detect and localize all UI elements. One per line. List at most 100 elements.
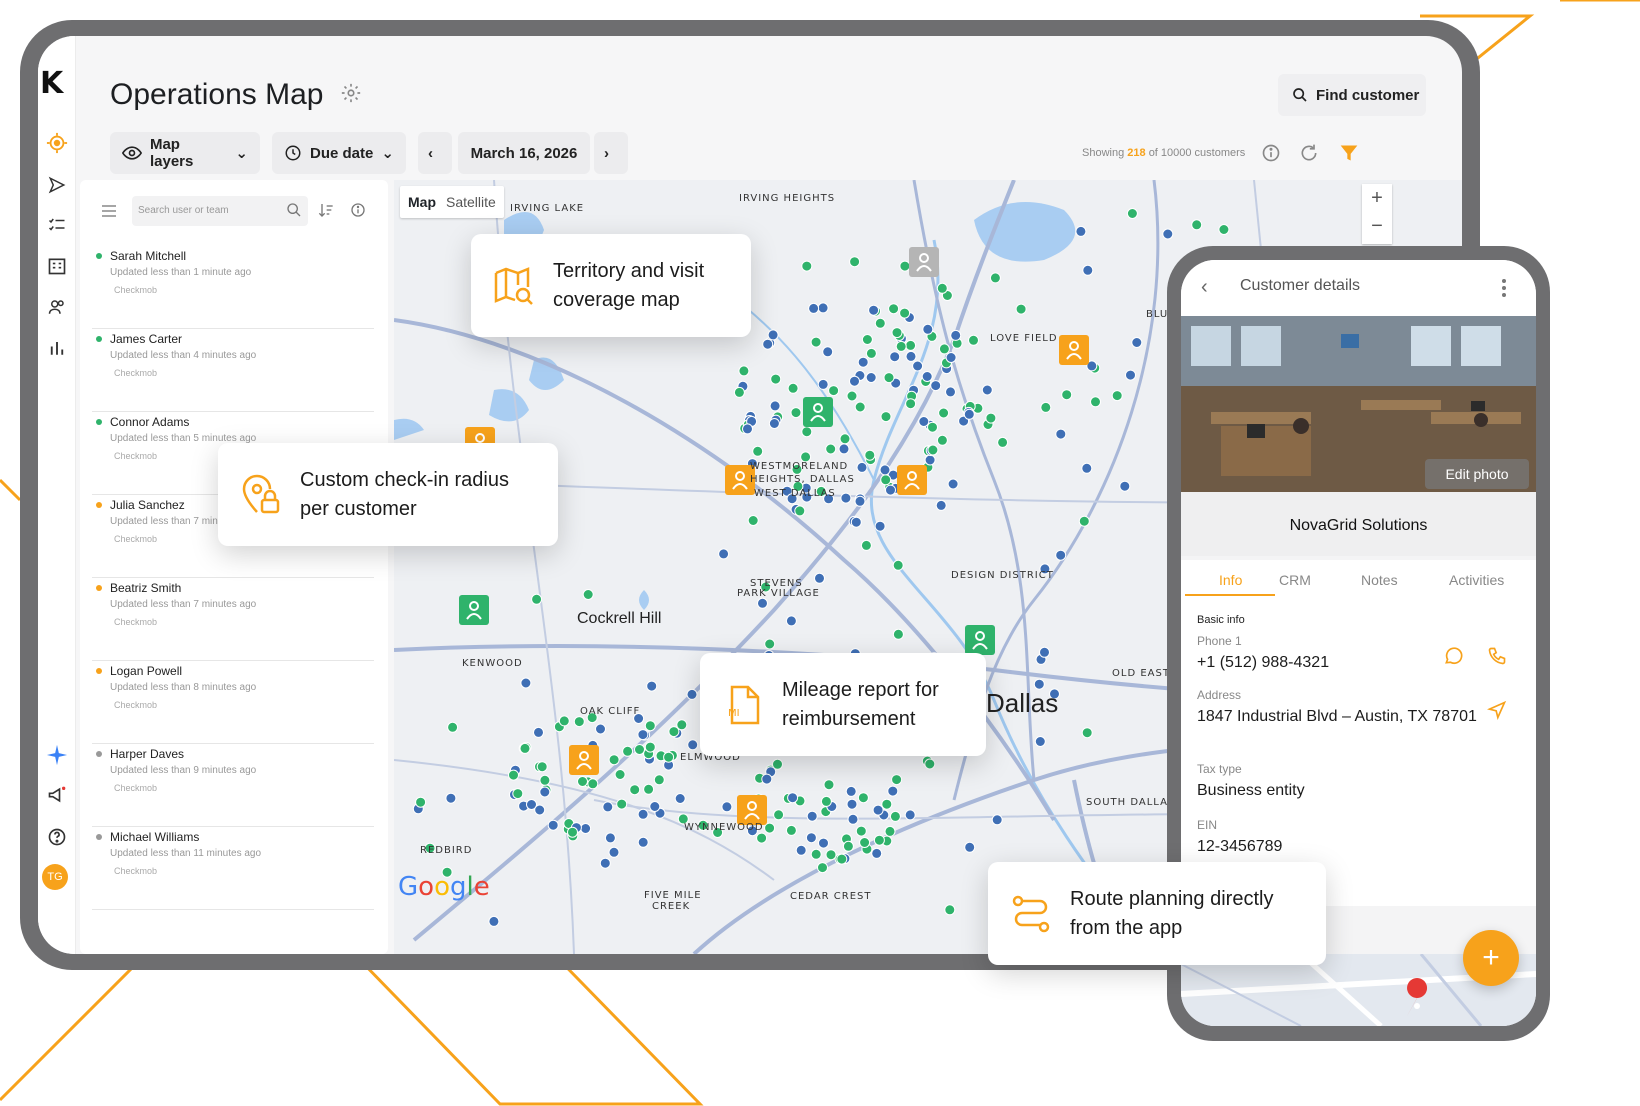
- customer-dot[interactable]: [945, 386, 956, 398]
- customer-dot[interactable]: [622, 745, 634, 757]
- customer-dot[interactable]: [1126, 208, 1138, 219]
- customer-dot[interactable]: [879, 464, 891, 476]
- customer-dot[interactable]: [533, 726, 544, 738]
- customer-dot[interactable]: [1078, 515, 1090, 527]
- customer-dot[interactable]: [634, 744, 645, 755]
- phone-icon[interactable]: [1487, 646, 1507, 671]
- chart-bars-icon[interactable]: [42, 333, 72, 363]
- zoom-out-button[interactable]: −: [1362, 212, 1392, 240]
- customer-dot[interactable]: [891, 774, 903, 786]
- customer-dot[interactable]: [810, 336, 822, 348]
- customer-dot[interactable]: [828, 385, 840, 397]
- filter-icon[interactable]: [1336, 140, 1362, 166]
- customer-dot[interactable]: [764, 638, 776, 650]
- info-icon[interactable]: [1258, 140, 1284, 166]
- navigation-icon[interactable]: [1486, 700, 1507, 725]
- refresh-icon[interactable]: [1296, 140, 1322, 166]
- customer-dot[interactable]: [930, 380, 942, 392]
- customer-dot[interactable]: [818, 837, 829, 849]
- customer-dot[interactable]: [921, 371, 933, 382]
- customer-dot[interactable]: [938, 343, 950, 355]
- customer-dot[interactable]: [968, 334, 979, 346]
- customer-dot[interactable]: [964, 841, 976, 853]
- megaphone-icon[interactable]: [42, 780, 72, 810]
- send-icon[interactable]: [42, 170, 72, 200]
- customer-dot[interactable]: [1081, 462, 1093, 474]
- customer-dot[interactable]: [881, 798, 893, 810]
- customer-dot[interactable]: [644, 741, 656, 753]
- customer-dot[interactable]: [922, 323, 934, 335]
- customer-dot[interactable]: [752, 445, 764, 457]
- customer-dot[interactable]: [534, 804, 546, 816]
- customer-dot[interactable]: [1055, 428, 1067, 440]
- customer-dot[interactable]: [895, 340, 907, 352]
- customer-dot[interactable]: [840, 492, 852, 504]
- customer-dot[interactable]: [686, 688, 698, 700]
- customer-dot[interactable]: [539, 786, 551, 798]
- customer-dot[interactable]: [891, 327, 903, 339]
- tab-activities[interactable]: Activities: [1449, 572, 1504, 588]
- customer-dot[interactable]: [823, 779, 835, 791]
- menu-icon[interactable]: [102, 204, 116, 222]
- customer-dot[interactable]: [794, 505, 806, 517]
- customer-dot[interactable]: [787, 382, 799, 394]
- customer-dot[interactable]: [850, 516, 862, 528]
- customer-dot[interactable]: [761, 773, 773, 785]
- customer-dot[interactable]: [1039, 646, 1050, 658]
- customer-dot[interactable]: [637, 808, 649, 820]
- customer-dot[interactable]: [573, 716, 585, 728]
- customer-dot[interactable]: [508, 769, 519, 781]
- customer-dot[interactable]: [849, 375, 860, 387]
- customer-dot[interactable]: [785, 824, 797, 836]
- customer-dot[interactable]: [944, 904, 956, 916]
- zoom-control[interactable]: + −: [1362, 184, 1392, 244]
- customer-dot[interactable]: [861, 334, 873, 345]
- list-item[interactable]: Sarah Mitchell Updated less than 1 minut…: [92, 246, 374, 329]
- customer-dot[interactable]: [1131, 337, 1143, 348]
- customer-dot[interactable]: [918, 416, 930, 427]
- customer-dot[interactable]: [742, 423, 753, 435]
- customer-dot[interactable]: [643, 783, 655, 795]
- customer-dot[interactable]: [892, 628, 904, 640]
- customer-dot[interactable]: [637, 836, 649, 848]
- customer-dot[interactable]: [785, 615, 797, 627]
- customer-dot[interactable]: [880, 411, 892, 423]
- customer-dot[interactable]: [865, 372, 877, 383]
- customer-dot[interactable]: [536, 761, 548, 773]
- customer-dot[interactable]: [912, 360, 924, 372]
- customer-dot[interactable]: [905, 339, 917, 351]
- customer-dot[interactable]: [1119, 480, 1131, 492]
- customer-dot[interactable]: [924, 758, 936, 770]
- customer-dot[interactable]: [769, 400, 781, 412]
- customer-dot[interactable]: [1034, 736, 1046, 747]
- customer-dot[interactable]: [757, 597, 768, 609]
- customer-dot[interactable]: [905, 350, 917, 362]
- tab-satellite[interactable]: Satellite: [446, 194, 496, 210]
- whatsapp-icon[interactable]: [1443, 646, 1463, 671]
- customer-dot[interactable]: [806, 810, 818, 822]
- search-input[interactable]: Search user or team: [132, 196, 308, 226]
- customer-dot[interactable]: [820, 795, 832, 807]
- gear-icon[interactable]: [340, 82, 362, 109]
- customer-dot[interactable]: [599, 857, 611, 869]
- customer-dot[interactable]: [874, 520, 886, 532]
- customer-dot[interactable]: [756, 832, 768, 844]
- customer-dot[interactable]: [846, 798, 858, 810]
- customer-dot[interactable]: [924, 454, 936, 466]
- customer-dot[interactable]: [1075, 225, 1087, 237]
- customer-dot[interactable]: [1090, 396, 1101, 408]
- customer-dot[interactable]: [767, 329, 779, 341]
- due-date-button[interactable]: Due date ⌄: [272, 132, 406, 174]
- customer-dot[interactable]: [595, 723, 606, 735]
- tab-map[interactable]: Map: [408, 194, 436, 210]
- customer-dot[interactable]: [927, 444, 939, 456]
- customer-dot[interactable]: [415, 796, 427, 808]
- customer-dot[interactable]: [889, 351, 901, 363]
- customer-dot[interactable]: [604, 832, 616, 844]
- customer-dot[interactable]: [787, 792, 799, 804]
- next-date-button[interactable]: ›: [594, 132, 628, 174]
- customer-dot[interactable]: [1125, 369, 1136, 381]
- customer-dot[interactable]: [817, 862, 828, 874]
- map-pin-icon[interactable]: [42, 128, 72, 158]
- customer-dot[interactable]: [637, 729, 649, 741]
